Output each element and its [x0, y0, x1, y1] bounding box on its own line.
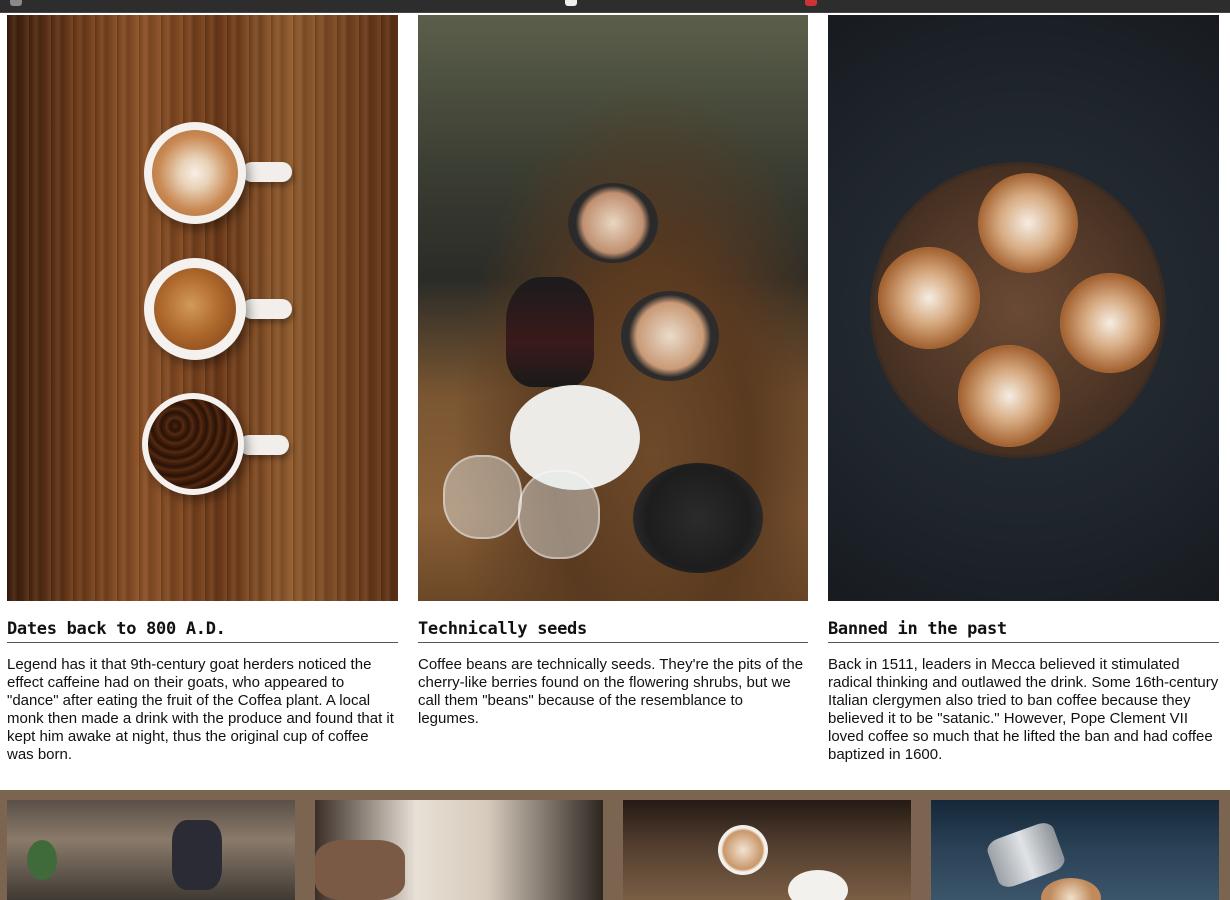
card-text: Legend has it that 9th-century goat herd… [7, 656, 394, 763]
coffee-cups-on-wood-image [7, 15, 398, 601]
latte-art-table-image [828, 15, 1219, 601]
card-title: Banned in the past [828, 619, 1219, 643]
card-title: Technically seeds [418, 619, 808, 643]
friends-toasting-coffee-image [418, 15, 808, 601]
bookmark-icon[interactable] [10, 0, 22, 6]
fact-card-1: Dates back to 800 A.D. Legend has it tha… [7, 15, 398, 764]
gallery-image-latte-pour[interactable] [623, 800, 911, 900]
gallery-image-barista-apron[interactable] [315, 800, 603, 900]
fact-card-2: Technically seeds Coffee beans are techn… [418, 15, 808, 728]
card-text: Back in 1511, leaders in Mecca believed … [828, 656, 1219, 763]
bookmark-icon[interactable] [565, 0, 577, 6]
gallery-image-milk-pitcher[interactable] [931, 800, 1219, 900]
card-text: Coffee beans are technically seeds. They… [418, 656, 804, 727]
browser-bookmark-bar [0, 0, 1230, 13]
bookmark-icon[interactable] [805, 0, 817, 6]
gallery-image-baristas[interactable] [7, 800, 295, 900]
card-title: Dates back to 800 A.D. [7, 619, 398, 643]
fact-card-3: Banned in the past Back in 1511, leaders… [828, 15, 1219, 764]
